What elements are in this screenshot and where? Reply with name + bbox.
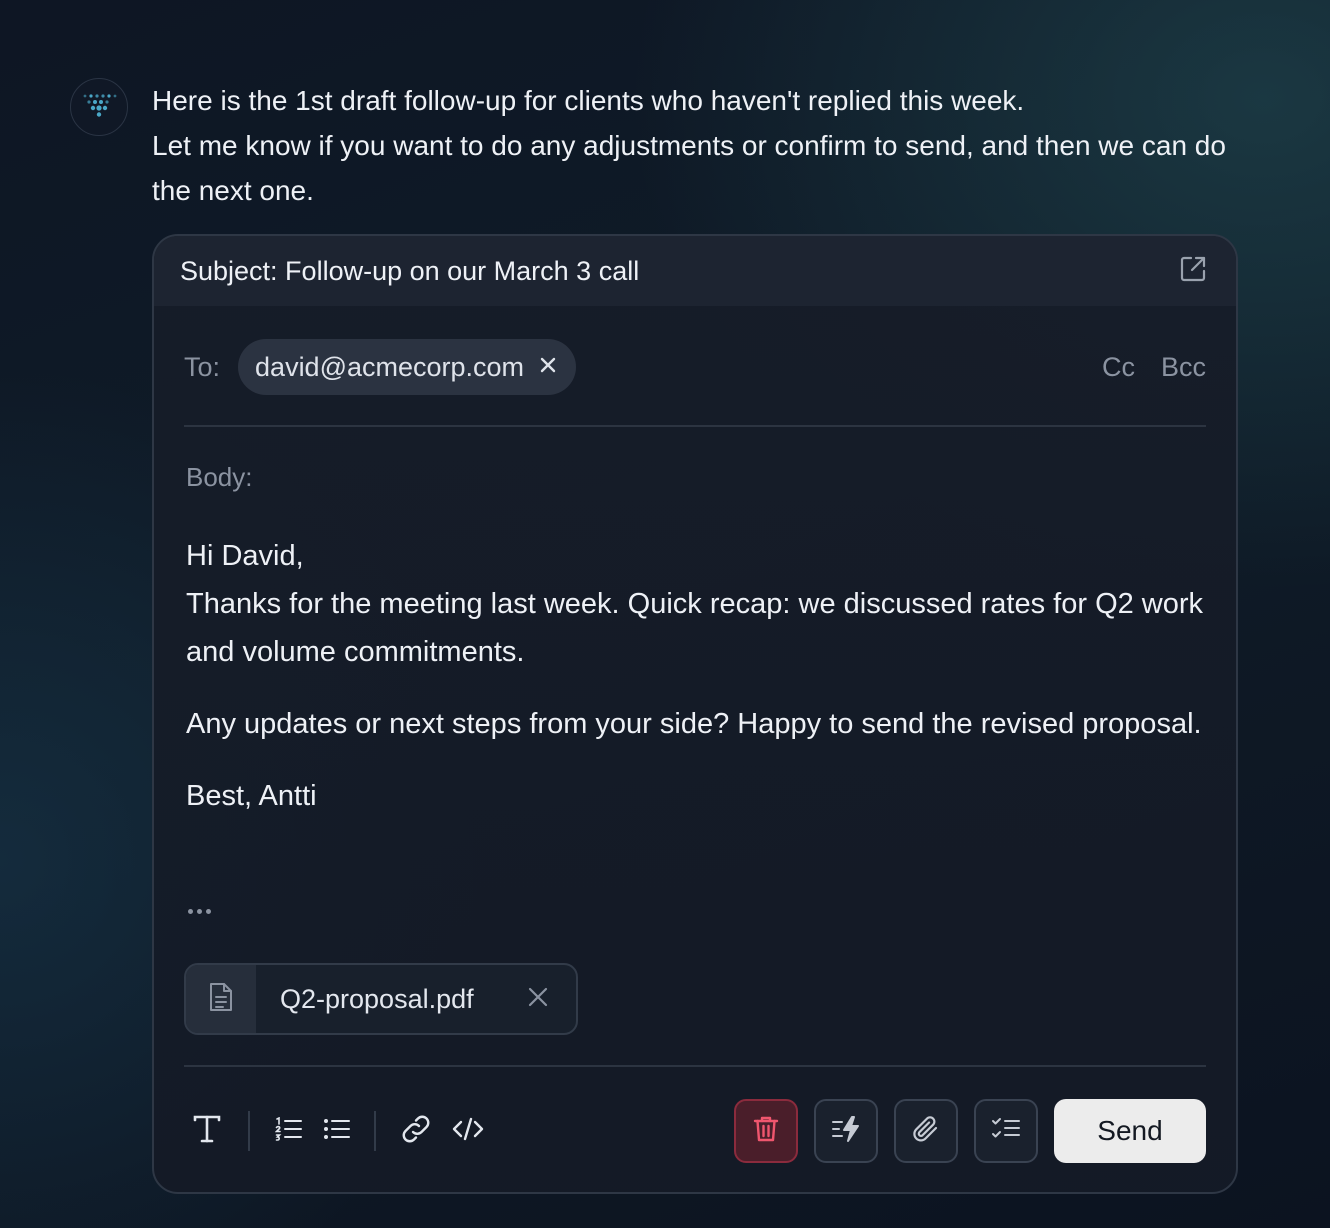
attach-file-button[interactable] [894,1099,958,1163]
external-link-icon [1178,254,1208,289]
code-button[interactable] [450,1109,486,1153]
show-quoted-text-button[interactable] [188,904,218,918]
quick-action-button[interactable] [814,1099,878,1163]
bullet-list-button[interactable] [320,1109,354,1153]
divider [184,425,1206,427]
open-external-button[interactable] [1176,254,1210,288]
text-format-button[interactable] [184,1109,230,1153]
body-signoff: Best, Antti [186,780,317,812]
body-paragraph: Any updates or next steps from your side… [186,708,1202,740]
remove-attachment-button[interactable] [526,987,550,1011]
toolbar-separator [374,1111,376,1151]
divider [184,1065,1206,1067]
toolbar-separator [248,1111,250,1151]
close-icon [527,986,549,1013]
bcc-button[interactable]: Bcc [1161,352,1206,383]
code-icon [452,1115,484,1148]
email-header: Subject: Follow-up on our March 3 call [154,236,1236,306]
email-draft-card: Subject: Follow-up on our March 3 call T… [152,234,1238,1194]
paperclip-icon [911,1114,941,1149]
to-label: To: [184,351,221,382]
close-icon [539,356,557,379]
link-icon [400,1113,432,1150]
cc-button[interactable]: Cc [1102,352,1135,383]
assistant-message: Here is the 1st draft follow-up for clie… [152,78,1252,213]
action-buttons: Send [734,1099,1206,1163]
attachment-chip[interactable]: Q2-proposal.pdf [184,963,578,1035]
delete-draft-button[interactable] [734,1099,798,1163]
assistant-avatar [70,78,128,136]
numbered-list-icon [274,1116,303,1146]
quick-action-icon [831,1115,861,1148]
trash-icon [753,1115,779,1148]
attachment-icon-container [186,965,256,1033]
file-icon [207,981,235,1018]
remove-recipient-button[interactable] [538,357,558,377]
body-label: Body: [186,462,253,492]
email-subject[interactable]: Subject: Follow-up on our March 3 call [180,256,639,287]
checklist-icon [991,1116,1021,1147]
body-greeting: Hi David, [186,540,304,572]
text-format-icon [193,1114,221,1149]
bullet-list-icon [323,1117,351,1146]
assistant-logo-icon [80,90,118,125]
insert-link-button[interactable] [398,1109,434,1153]
assistant-message-line: Let me know if you want to do any adjust… [152,130,1226,206]
body-paragraph: Thanks for the meeting last week. Quick … [186,588,1204,668]
recipient-email: david@acmecorp.com [255,351,525,382]
checklist-button[interactable] [974,1099,1038,1163]
recipients-row: To: david@acmecorp.com Cc Bcc [184,338,1206,396]
numbered-list-button[interactable] [272,1109,306,1153]
send-button[interactable]: Send [1054,1099,1206,1163]
cc-bcc-toggles: Cc Bcc [1102,352,1206,383]
recipient-chip[interactable]: david@acmecorp.com [238,339,577,395]
assistant-message-line: Here is the 1st draft follow-up for clie… [152,85,1025,116]
attachment-name: Q2-proposal.pdf [280,983,474,1014]
formatting-toolbar: Send [184,1098,1206,1164]
email-body-editor[interactable]: Hi David, Thanks for the meeting last we… [186,532,1206,844]
